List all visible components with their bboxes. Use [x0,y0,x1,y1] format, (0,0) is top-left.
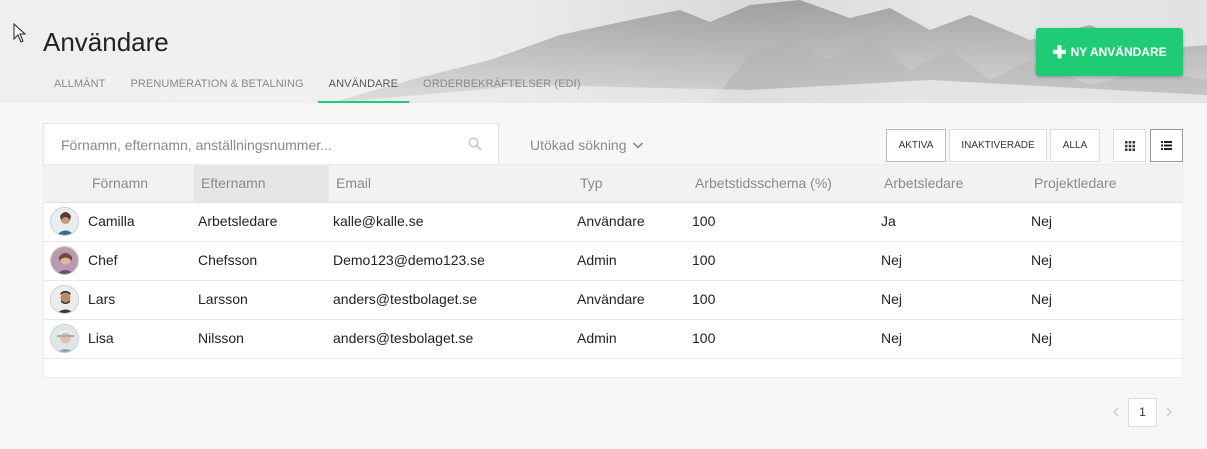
page-header: Användare ALLMÄNT PRENUMERATION & BETALN… [0,0,1207,103]
cell-project-lead: Nej [1031,291,1053,307]
grid-icon [1124,140,1135,151]
filter-inactive-button[interactable]: INAKTIVERADE [949,129,1047,162]
plus-icon: ✚ [1052,42,1067,62]
chevron-right-icon[interactable] [1163,404,1175,420]
cell-supervisor: Nej [881,252,903,268]
page-number-button[interactable]: 1 [1128,398,1157,427]
column-header-supervisor[interactable]: Arbetsledare [877,165,1027,202]
page-title: Användare [43,27,169,57]
filter-active-button[interactable]: AKTIVA [886,129,946,162]
filter-all-button[interactable]: ALLA [1050,129,1100,162]
cell-last-name: Larsson [198,291,248,307]
avatar [50,324,79,353]
new-user-button[interactable]: ✚ NY ANVÄNDARE [1036,28,1183,76]
cell-first-name: Camilla [88,213,135,229]
list-icon [1161,141,1172,150]
cell-email: anders@tesbolaget.se [333,330,474,346]
new-user-button-label: NY ANVÄNDARE [1070,45,1167,59]
cell-email: kalle@kalle.se [333,213,424,229]
cell-type: Användare [577,213,645,229]
cell-supervisor: Nej [881,330,903,346]
tab-bar: ALLMÄNT PRENUMERATION & BETALNING ANVÄND… [43,71,595,103]
chevron-down-icon [633,142,644,149]
table-row[interactable]: Chef Chefsson Demo123@demo123.se Admin 1… [44,241,1182,281]
cell-schedule: 100 [692,291,716,307]
cell-last-name: Nilsson [198,330,244,346]
cell-supervisor: Ja [881,213,896,229]
table-row[interactable]: Camilla Arbetsledare kalle@kalle.se Anvä… [44,202,1182,242]
cell-schedule: 100 [692,330,716,346]
cell-first-name: Lars [88,291,116,307]
cell-project-lead: Nej [1031,330,1053,346]
cell-last-name: Arbetsledare [198,213,278,229]
tab-users[interactable]: ANVÄNDARE [317,71,410,103]
tab-order-confirmations[interactable]: ORDERBEKRÄFTELSER (EDI) [412,71,592,103]
users-table: Förnamn Efternamn Email Typ Arbetstidssc… [43,164,1183,378]
avatar [50,246,79,275]
cell-type: Användare [577,291,645,307]
list-view-button[interactable] [1150,129,1183,162]
column-header-last-name[interactable]: Efternamn [194,165,329,202]
advanced-search-toggle[interactable]: Utökad sökning [530,137,644,153]
table-row[interactable]: Lisa Nilsson anders@tesbolaget.se Admin … [44,319,1182,359]
column-header-email[interactable]: Email [329,165,573,202]
cell-schedule: 100 [692,252,716,268]
cell-email: anders@testbolaget.se [333,291,478,307]
mouse-cursor-icon [13,23,27,43]
cell-type: Admin [577,330,617,346]
tab-general[interactable]: ALLMÄNT [43,71,116,103]
cell-project-lead: Nej [1031,252,1053,268]
cell-schedule: 100 [692,213,716,229]
column-header-schedule[interactable]: Arbetstidsschema (%) [688,165,877,202]
cell-supervisor: Nej [881,291,903,307]
cell-email: Demo123@demo123.se [333,252,485,268]
chevron-left-icon[interactable] [1110,404,1122,420]
table-header: Förnamn Efternamn Email Typ Arbetstidssc… [44,165,1182,203]
advanced-search-label: Utökad sökning [530,137,627,153]
cell-first-name: Chef [88,252,118,268]
search-field [43,123,499,165]
column-header-project-lead[interactable]: Projektledare [1027,165,1182,202]
cell-last-name: Chefsson [198,252,258,268]
tab-subscription-payment[interactable]: PRENUMERATION & BETALNING [119,71,314,103]
search-input[interactable] [59,136,453,154]
column-header-first-name[interactable]: Förnamn [85,165,194,202]
column-header-type[interactable]: Typ [573,165,688,202]
search-icon[interactable] [468,137,482,151]
table-row[interactable]: Lars Larsson anders@testbolaget.se Använ… [44,280,1182,320]
avatar [50,285,79,314]
avatar [50,207,79,236]
grid-view-button[interactable] [1113,129,1146,162]
cell-first-name: Lisa [88,330,114,346]
cell-project-lead: Nej [1031,213,1053,229]
cell-type: Admin [577,252,617,268]
